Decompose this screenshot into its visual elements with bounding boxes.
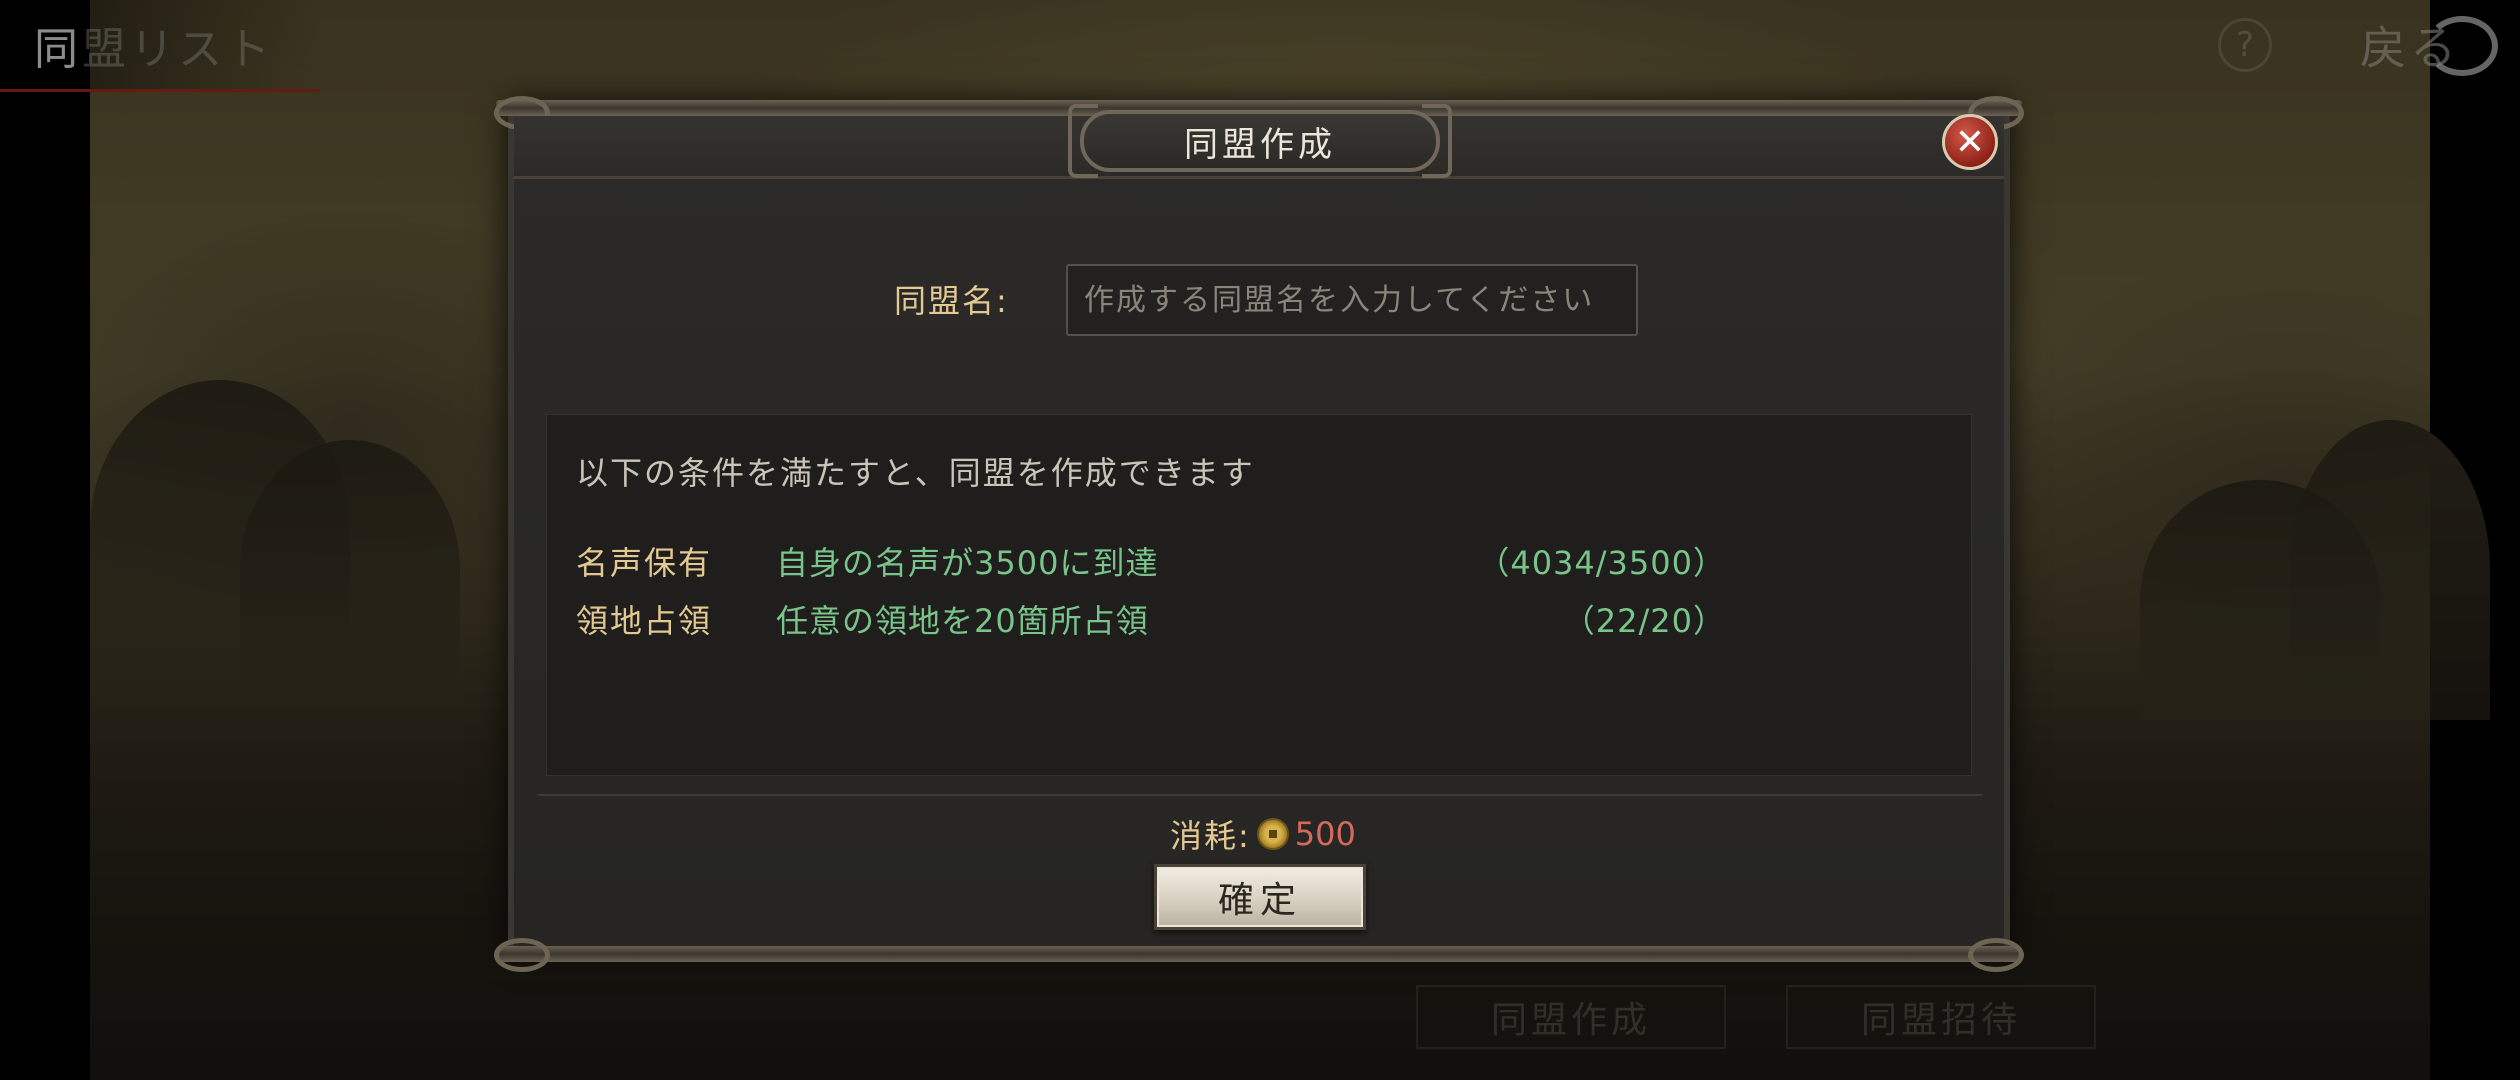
condition-name: 領地占領 bbox=[576, 602, 713, 640]
dialog-title-text: 同盟作成 bbox=[1184, 124, 1336, 165]
condition-description: 自身の名声が3500に到達 bbox=[776, 544, 1159, 582]
dialog-frame-bottom bbox=[496, 946, 2022, 962]
close-button[interactable]: ✕ bbox=[1942, 114, 1998, 170]
condition-progress: （4034/3500） bbox=[1477, 544, 1726, 582]
dialog-title: 同盟作成 bbox=[1080, 110, 1440, 172]
cost-value: 500 bbox=[1294, 815, 1356, 853]
coin-icon bbox=[1256, 818, 1289, 850]
confirm-button[interactable]: 確定 bbox=[1154, 864, 1366, 930]
divider bbox=[538, 794, 1982, 796]
conditions-intro: 以下の条件を満たすと、同盟を作成できます bbox=[576, 454, 1255, 492]
condition-progress: （22/20） bbox=[1562, 602, 1726, 640]
screen: 同盟リスト ? 戻る 同盟作成 同盟招待 同盟作成 ✕ 同盟名: 以下の条件を満… bbox=[0, 0, 2520, 1080]
ornament-icon bbox=[1968, 938, 2024, 972]
cost-label: 消耗: bbox=[1170, 817, 1251, 855]
close-icon: ✕ bbox=[1954, 121, 1986, 163]
alliance-name-label: 同盟名: bbox=[894, 282, 1009, 320]
condition-description: 任意の領地を20箇所占領 bbox=[776, 602, 1149, 640]
confirm-label: 確定 bbox=[1217, 880, 1302, 921]
condition-row: 領地占領 任意の領地を20箇所占領 （22/20） bbox=[576, 596, 1726, 640]
ornament-icon bbox=[494, 938, 550, 972]
condition-name: 名声保有 bbox=[576, 544, 713, 582]
cost-display: 消耗: 500 bbox=[1170, 812, 1356, 856]
condition-row: 名声保有 自身の名声が3500に到達 （4034/3500） bbox=[576, 538, 1726, 582]
alliance-name-input[interactable] bbox=[1066, 264, 1638, 336]
